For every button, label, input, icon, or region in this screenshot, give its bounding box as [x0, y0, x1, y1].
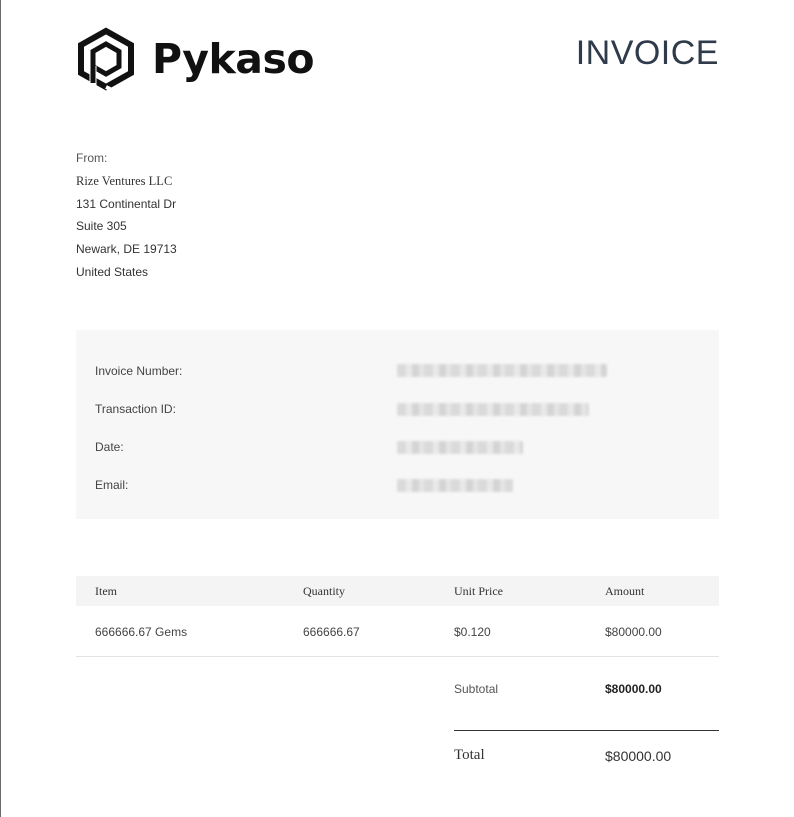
brand-logo: Pykaso — [76, 27, 315, 91]
header-item: Item — [95, 584, 117, 598]
from-country: United States — [76, 264, 149, 279]
transaction-id-label: Transaction ID: — [95, 402, 176, 416]
transaction-id-redacted — [397, 403, 589, 416]
invoice-title: INVOICE — [575, 34, 719, 72]
brand-name: Pykaso — [152, 34, 315, 83]
item-quantity: 666666.67 — [303, 625, 360, 639]
item-name: 666666.67 Gems — [95, 625, 188, 639]
subtotal-value: $80000.00 — [605, 682, 662, 696]
total-divider — [454, 730, 719, 731]
table-header-row: Item Quantity Unit Price Amount — [76, 576, 719, 606]
email-label: Email: — [95, 478, 129, 492]
date-label: Date: — [95, 440, 124, 454]
invoice-number-label: Invoice Number: — [95, 364, 183, 378]
page-edge-rule — [0, 0, 1, 817]
header-amount: Amount — [605, 584, 645, 598]
from-company: Rize Ventures LLC — [76, 173, 173, 188]
item-amount: $80000.00 — [605, 625, 662, 639]
hexagon-p-logo-icon — [78, 27, 134, 91]
from-address-block: From: Rize Ventures LLC 131 Continental … — [76, 147, 177, 284]
from-city: Newark, DE 19713 — [76, 242, 177, 257]
header-quantity: Quantity — [303, 584, 345, 598]
subtotal-label: Subtotal — [454, 682, 499, 696]
table-row: 666666.67 Gems 666666.67 $0.120 $80000.0… — [76, 606, 719, 657]
total-value: $80000.00 — [605, 748, 672, 764]
item-unit-price: $0.120 — [454, 625, 491, 639]
invoice-number-redacted — [397, 364, 607, 377]
from-label: From: — [76, 151, 108, 165]
header-unit-price: Unit Price — [454, 584, 503, 598]
date-redacted — [397, 441, 523, 454]
invoice-details-panel: Invoice Number: Transaction ID: Date: Em… — [76, 330, 719, 519]
email-redacted — [397, 479, 513, 492]
total-label: Total — [454, 747, 485, 763]
from-street: 131 Continental Dr — [76, 196, 177, 211]
line-items-table: Item Quantity Unit Price Amount 666666.6… — [76, 576, 719, 657]
from-suite: Suite 305 — [76, 219, 127, 234]
